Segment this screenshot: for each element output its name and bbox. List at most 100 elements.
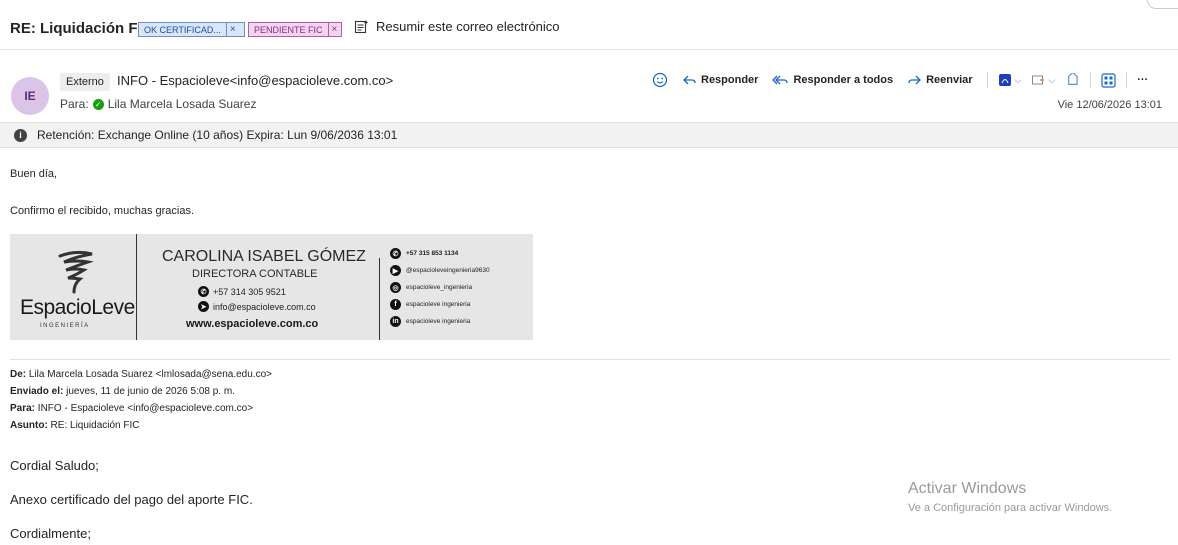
social-text: +57 315 853 1134 [406, 250, 459, 257]
toolbar-divider [1126, 72, 1128, 88]
quoted-line-2: Anexo certificado del pago del aporte FI… [10, 492, 253, 507]
reply-all-button[interactable]: Responder a todos [772, 73, 893, 87]
forward-button[interactable]: Reenviar [907, 73, 973, 87]
logo-name: EspacioLeve [20, 296, 135, 319]
email-subject: RE: Liquidación FIC [10, 20, 153, 37]
chevron-down-icon: ⌵ [1048, 74, 1056, 85]
social-facebook: f espacioleve ingenieria [390, 299, 470, 310]
summarize-icon [354, 20, 369, 34]
social-text: @espacioleveingenieria9630 [406, 267, 490, 274]
greeting-text: Buen día, [10, 168, 58, 180]
whatsapp-icon: ✆ [198, 286, 209, 297]
reply-all-label: Responder a todos [793, 74, 894, 86]
pdf-action-dropdown[interactable]: ⌵ [998, 73, 1022, 87]
quoted-subject: Asunto: RE: Liquidación FIC [10, 420, 140, 431]
activation-watermark-subtitle: Ve a Configuración para activar Windows. [908, 502, 1113, 514]
phone-text: +57 314 305 9521 [213, 286, 286, 297]
retention-policy-bar: i Retención: Exchange Online (10 años) E… [0, 122, 1178, 148]
email-text: info@espacioleve.com.co [213, 301, 316, 312]
signature-phone: ✆ +57 314 305 9521 [198, 286, 286, 297]
quoted-from: De: Lila Marcela Losada Suarez <lmlosada… [10, 369, 272, 380]
category-tag-pendiente-fic[interactable]: PENDIENTE FIC × [248, 22, 342, 37]
received-date: Vie 12/06/2026 13:01 [1057, 99, 1162, 111]
logo-spiral-icon [58, 250, 94, 294]
sender-address[interactable]: INFO - Espacioleve<info@espacioleve.com.… [117, 73, 393, 88]
recipient-line: Para: ✓ Lila Marcela Losada Suarez [60, 97, 256, 111]
external-badge: Externo [60, 73, 110, 91]
subject-value: RE: Liquidación FIC [47, 420, 140, 431]
social-text: espacioleve ingenieria [406, 301, 471, 308]
social-text: espacioleve_ingenieria [406, 284, 473, 291]
verified-check-icon: ✓ [92, 98, 104, 110]
instagram-icon: ◎ [390, 282, 401, 293]
social-linkedin: in espacioleve ingenieria [390, 316, 470, 327]
to-value: INFO - Espacioleve <info@espacioleve.com… [35, 403, 254, 414]
retention-text: Retención: Exchange Online (10 años) Exp… [37, 128, 398, 142]
message-text: Confirmo el recibido, muchas gracias. [10, 205, 195, 217]
category-tag-ok-certificado[interactable]: OK CERTIFICAD... × [138, 22, 245, 37]
smiley-icon [652, 72, 668, 88]
activation-watermark-title: Activar Windows [908, 480, 1027, 497]
tag-action-button[interactable] [1065, 72, 1080, 88]
signature-website: www.espacioleve.com.co [186, 318, 319, 330]
signature-role: DIRECTORA CONTABLE [192, 268, 318, 280]
from-label: De: [10, 369, 27, 380]
logo-text: EspacioLeve· [20, 296, 138, 320]
window-corner [1147, 0, 1178, 9]
social-youtube: ▶ @espacioleveingenieria9630 [390, 265, 490, 276]
remove-tag-icon[interactable]: × [327, 23, 341, 36]
logo-subtitle: INGENIERÍA [40, 323, 90, 329]
facebook-icon: f [390, 299, 401, 310]
social-whatsapp: ✆ +57 315 853 1134 [390, 248, 458, 259]
sent-value: jueves, 11 de junio de 2026 5:08 p. m. [63, 386, 235, 397]
tag-label: OK CERTIFICAD... [144, 24, 221, 35]
summarize-email-button[interactable]: Resumir este correo electrónico [354, 19, 560, 34]
quoted-to: Para: INFO - Espacioleve <info@espaciole… [10, 403, 253, 414]
from-value: Lila Marcela Losada Suarez <lmlosada@sen… [26, 369, 272, 380]
quoted-line-3: Cordialmente; [10, 526, 91, 541]
social-instagram: ◎ espacioleve_ingenieria [390, 282, 472, 293]
message-actions-toolbar: Responder Responder a todos Reenviar ⌵ ⌵ [652, 70, 1162, 90]
forward-label: Reenviar [926, 74, 973, 86]
signature-divider-right [379, 258, 380, 340]
pdf-icon [998, 74, 1011, 86]
reply-icon [683, 75, 696, 85]
reply-button[interactable]: Responder [682, 73, 758, 87]
to-label: Para: [10, 403, 36, 414]
subject-label: Asunto: [10, 420, 48, 431]
linkedin-icon: in [390, 316, 401, 327]
quoted-divider [10, 359, 1170, 360]
recipient-name[interactable]: Lila Marcela Losada Suarez [108, 97, 257, 111]
send-icon: ➤ [198, 301, 209, 312]
sender-avatar[interactable]: IE [11, 77, 49, 115]
quoted-line-1: Cordial Saludo; [10, 458, 99, 473]
tag-label: PENDIENTE FIC [254, 24, 323, 35]
tag-icon [1068, 72, 1078, 85]
move-action-dropdown[interactable]: ⌵ [1031, 73, 1055, 87]
reply-label: Responder [701, 74, 759, 86]
quoted-sent: Enviado el: jueves, 11 de junio de 2026 … [10, 386, 235, 397]
to-label: Para: [60, 97, 89, 111]
remove-tag-icon[interactable]: × [225, 23, 239, 36]
email-signature: EspacioLeve· INGENIERÍA CAROLINA ISABEL … [10, 234, 533, 340]
chevron-down-icon: ⌵ [1014, 74, 1022, 85]
sent-label: Enviado el: [10, 386, 64, 397]
signature-divider [136, 234, 137, 340]
apps-button[interactable] [1101, 72, 1116, 88]
forward-icon [908, 75, 922, 85]
signature-email: ➤ info@espacioleve.com.co [198, 301, 316, 312]
apps-grid-icon [1101, 72, 1116, 88]
social-text: espacioleve ingenieria [406, 318, 471, 325]
whatsapp-icon: ✆ [390, 248, 401, 259]
summarize-label: Resumir este correo electrónico [376, 19, 560, 34]
reply-all-icon [772, 75, 789, 85]
toolbar-divider [1090, 72, 1092, 88]
youtube-icon: ▶ [390, 265, 401, 276]
more-actions-button[interactable]: ··· [1137, 74, 1148, 86]
move-to-icon [1032, 75, 1045, 85]
subject-bar: RE: Liquidación FIC OK CERTIFICAD... × P… [0, 0, 1178, 50]
signature-name: CAROLINA ISABEL GÓMEZ [162, 248, 366, 265]
toolbar-divider [986, 72, 988, 88]
emoji-reaction-button[interactable] [652, 72, 668, 88]
info-icon: i [14, 128, 27, 142]
